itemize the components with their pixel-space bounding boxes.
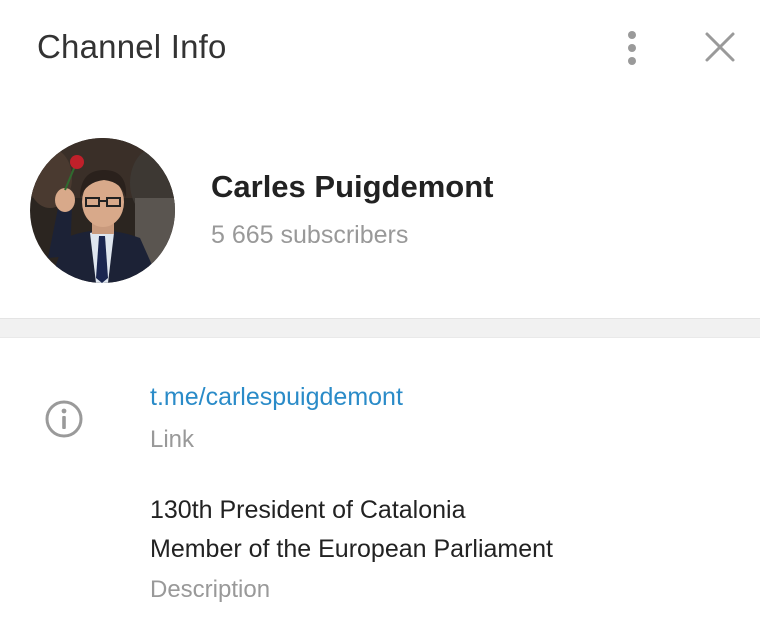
section-divider xyxy=(0,318,760,338)
profile-section: Carles Puigdemont 5 665 subscribers xyxy=(0,96,760,318)
close-button[interactable] xyxy=(700,26,740,70)
channel-link[interactable]: t.me/carlespuigdemont xyxy=(150,383,403,412)
page-title: Channel Info xyxy=(37,28,227,65)
avatar[interactable] xyxy=(30,138,175,283)
more-options-button[interactable] xyxy=(612,26,652,70)
info-circle-icon xyxy=(45,400,83,438)
close-icon xyxy=(705,32,735,62)
channel-name: Carles Puigdemont xyxy=(211,169,494,204)
description-line: 130th President of Catalonia xyxy=(150,496,466,524)
info-section: t.me/carlespuigdemont Link 130th Preside… xyxy=(0,338,760,630)
subscriber-count: 5 665 subscribers xyxy=(211,221,409,249)
link-label: Link xyxy=(150,426,195,453)
vertical-ellipsis-icon xyxy=(628,31,636,65)
description-line: Member of the European Parliament xyxy=(150,535,553,563)
description-label: Description xyxy=(150,576,271,603)
header: Channel Info xyxy=(0,0,760,96)
channel-info-panel: Channel Info Carles Puigdemont 5 665 sub… xyxy=(0,0,760,630)
